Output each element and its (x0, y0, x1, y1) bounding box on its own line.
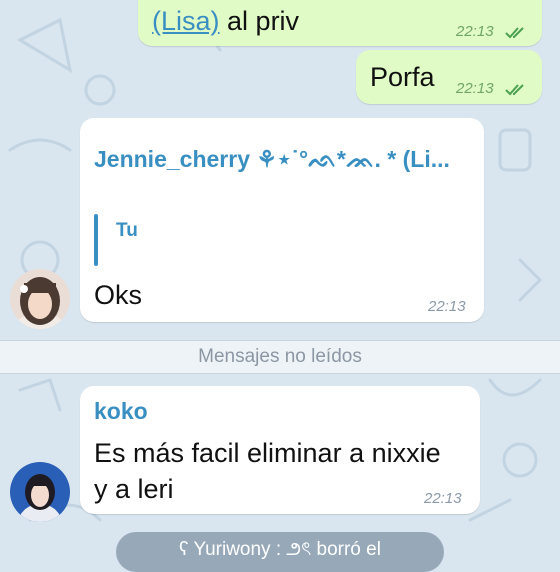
reply-author: Tu (116, 220, 138, 241)
message-bubble-incoming[interactable]: koko Es más facil eliminar a nixxie y a … (80, 386, 480, 514)
read-checkmarks-icon (505, 27, 524, 39)
message-text: Porfa (370, 62, 435, 92)
reply-quote[interactable]: Tu (94, 214, 470, 266)
reply-bar (94, 214, 98, 266)
read-checkmarks-icon (505, 84, 524, 96)
message-text: (Lisa) al priv (152, 4, 299, 38)
message-bubble-outgoing[interactable]: Porfa 22:13 (356, 50, 542, 104)
message-text-line: y a leri (94, 474, 174, 504)
unread-messages-divider: Mensajes no leídos (0, 340, 560, 374)
sender-name[interactable]: Jennie_cherry ⚘⋆˙°ᨒ*ᨏ. * (Li... (94, 146, 450, 173)
message-time: 22:13 (456, 80, 494, 97)
service-message-pill[interactable]: ʕ Yuriwony : ౨ৎ borró el (116, 532, 444, 572)
message-time: 22:13 (456, 23, 494, 40)
sender-name[interactable]: koko (94, 398, 148, 425)
message-bubble-incoming[interactable]: Jennie_cherry ⚘⋆˙°ᨒ*ᨏ. * (Li... Tu Oks 2… (80, 118, 484, 322)
message-text: Oks (94, 280, 143, 310)
message-text-line: Es más facil eliminar a nixxie (94, 438, 441, 468)
message-bubble-outgoing[interactable]: (Lisa) al priv 22:13 (138, 0, 542, 46)
avatar-koko[interactable] (10, 462, 70, 522)
message-time: 22:13 (428, 298, 466, 315)
mention-link[interactable]: (Lisa) (152, 6, 220, 36)
avatar-jennie[interactable] (10, 269, 70, 329)
message-body: al priv (227, 6, 300, 36)
message-time: 22:13 (424, 490, 462, 507)
